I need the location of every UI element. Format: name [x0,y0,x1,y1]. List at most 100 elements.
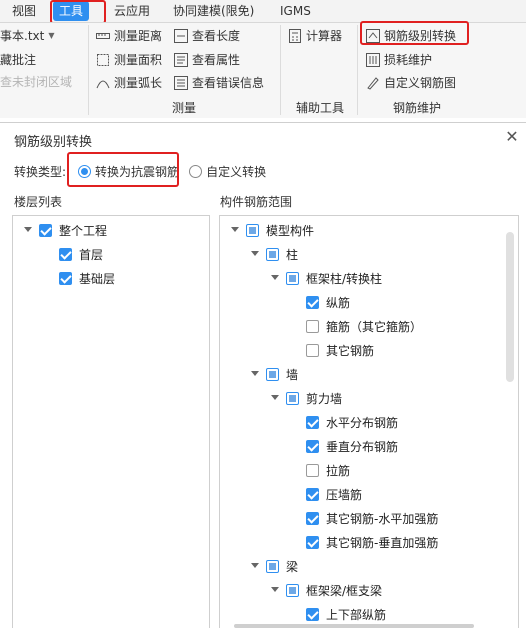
floor-list-panel: 整个工程 首层 基础层 [12,215,210,628]
ribbon: 视图 工具 云应用 协同建模(限免) IGMS 事本.txt ▼ 藏批注 查未封… [0,0,526,118]
notepad-label: 事本.txt [0,29,45,43]
convert-type-label: 转换类型: [14,164,67,179]
radio-seismic-label: 转换为抗震钢筋 [95,164,180,179]
checkbox-wall-press[interactable] [306,487,319,501]
chevron-down-icon[interactable] [23,225,33,235]
component-range-panel: 模型构件 柱 框架柱/转换柱 纵筋 箍筋（其它箍筋） 其它钢筋 墙 剪力墙 水平… [219,215,519,628]
calculator-label: 计算器 [306,29,343,43]
tree-node-floor-1[interactable]: 首层 [59,244,103,264]
close-icon[interactable]: ✕ [504,129,520,145]
checkbox-col-longitudinal[interactable] [306,295,319,309]
checkbox-floor-1[interactable] [59,247,72,261]
view-errors-label: 查看错误信息 [192,76,265,90]
chevron-down-icon[interactable] [250,249,260,259]
checkbox-wall-horizontal[interactable] [306,415,319,429]
checkbox-wall-tie[interactable] [306,463,319,477]
tree-node-model-components[interactable]: 模型构件 [230,220,314,240]
tree-node-wall-vertical[interactable]: 垂直分布钢筋 [306,436,398,456]
checkbox-foundation[interactable] [59,271,72,285]
error-list-icon [174,76,188,90]
tree-label: 其它钢筋 [326,343,375,358]
checkbox-col-stirrup[interactable] [306,319,319,333]
radio-seismic-option[interactable]: 转换为抗震钢筋 [78,163,179,180]
view-property-label: 查看属性 [192,53,241,67]
measure-distance-button[interactable]: 测量距离 [96,26,162,46]
checkbox-model-components[interactable] [246,223,259,237]
tree-label: 整个工程 [59,223,108,238]
checkbox-beam-top-bottom[interactable] [306,607,319,621]
group-divider [280,25,281,115]
tree-label: 墙 [286,367,299,382]
tab-tools[interactable]: 工具 [53,1,90,21]
tree-node-whole-project[interactable]: 整个工程 [23,220,107,240]
check-unclosed-area-button[interactable]: 查未封闭区域 [0,72,72,92]
tree-node-col-other[interactable]: 其它钢筋 [306,340,374,360]
arc-icon [96,76,110,90]
vertical-scrollbar[interactable] [506,232,514,382]
tree-node-wall-other-vertical[interactable]: 其它钢筋-垂直加强筋 [306,532,438,552]
checkbox-column[interactable] [266,247,279,261]
checkbox-wall-vertical[interactable] [306,439,319,453]
tree-node-wall-press[interactable]: 压墙筋 [306,484,362,504]
radio-seismic[interactable] [78,164,92,178]
hide-comment-button[interactable]: 藏批注 [0,50,36,70]
tree-node-frame-column[interactable]: 框架柱/转换柱 [270,268,382,288]
measure-arc-button[interactable]: 测量弧长 [96,73,162,93]
checkbox-shear-wall[interactable] [286,391,299,405]
checkbox-frame-column[interactable] [286,271,299,285]
radio-custom[interactable] [189,164,203,178]
chevron-down-icon[interactable] [270,585,280,595]
checkbox-wall-other-vertical[interactable] [306,535,319,549]
chevron-down-icon[interactable] [250,561,260,571]
custom-rebar-diagram-button[interactable]: 自定义钢筋图 [366,73,456,93]
tree-node-beam[interactable]: 梁 [250,556,298,576]
tree-label: 纵筋 [326,295,351,310]
chevron-down-icon[interactable] [230,225,240,235]
custom-rebar-diagram-label: 自定义钢筋图 [384,76,457,90]
calculator-button[interactable]: 计算器 [288,26,342,46]
tree-node-shear-wall[interactable]: 剪力墙 [270,388,342,408]
tab-cloud-apps[interactable]: 云应用 [114,2,150,22]
tree-node-col-stirrup[interactable]: 箍筋（其它箍筋） [306,316,422,336]
checkbox-wall[interactable] [266,367,279,381]
tree-label: 压墙筋 [326,487,363,502]
tree-node-frame-beam[interactable]: 框架梁/框支梁 [270,580,382,600]
notepad-button[interactable]: 事本.txt ▼ [0,26,54,46]
measure-area-button[interactable]: 测量面积 [96,50,162,70]
group-divider [88,25,89,115]
tree-node-wall-horizontal[interactable]: 水平分布钢筋 [306,412,398,432]
chevron-down-icon[interactable] [250,369,260,379]
aux-group-label: 辅助工具 [296,101,345,115]
tree-node-wall[interactable]: 墙 [250,364,298,384]
tree-node-col-longitudinal[interactable]: 纵筋 [306,292,350,312]
horizontal-scrollbar[interactable] [234,624,474,628]
checkbox-col-other[interactable] [306,343,319,357]
rebar-grade-convert-button[interactable]: 钢筋级别转换 [366,26,456,46]
tab-view[interactable]: 视图 [12,2,36,22]
tree-node-column[interactable]: 柱 [250,244,298,264]
radio-custom-option[interactable]: 自定义转换 [189,163,266,180]
tree-node-foundation[interactable]: 基础层 [59,268,115,288]
view-length-button[interactable]: 查看长度 [174,26,240,46]
tree-node-wall-other-horizontal[interactable]: 其它钢筋-水平加强筋 [306,508,438,528]
loss-maintenance-label: 损耗维护 [384,53,433,67]
checkbox-wall-other-horizontal[interactable] [306,511,319,525]
tree-node-beam-top-bottom[interactable]: 上下部纵筋 [306,604,386,624]
view-property-button[interactable]: 查看属性 [174,50,240,70]
rebar-grade-convert-dialog: 钢筋级别转换 ✕ 转换类型: 转换为抗震钢筋 自定义转换 楼层列表 构件钢筋范围… [0,122,526,628]
tab-igms[interactable]: IGMS [280,2,311,22]
chevron-down-icon[interactable] [270,393,280,403]
tree-label: 梁 [286,559,299,574]
view-errors-button[interactable]: 查看错误信息 [174,73,264,93]
ruler-icon [96,29,110,43]
checkbox-beam[interactable] [266,559,279,573]
tab-collab-modeling[interactable]: 协同建模(限免) [173,2,254,22]
tree-node-wall-tie[interactable]: 拉筋 [306,460,350,480]
checkbox-whole-project[interactable] [39,223,52,237]
radio-custom-label: 自定义转换 [206,164,267,179]
checkbox-frame-beam[interactable] [286,583,299,597]
loss-maintenance-button[interactable]: 损耗维护 [366,50,432,70]
tree-label: 首层 [79,247,104,262]
chevron-down-icon[interactable] [270,273,280,283]
tree-label: 水平分布钢筋 [326,415,399,430]
